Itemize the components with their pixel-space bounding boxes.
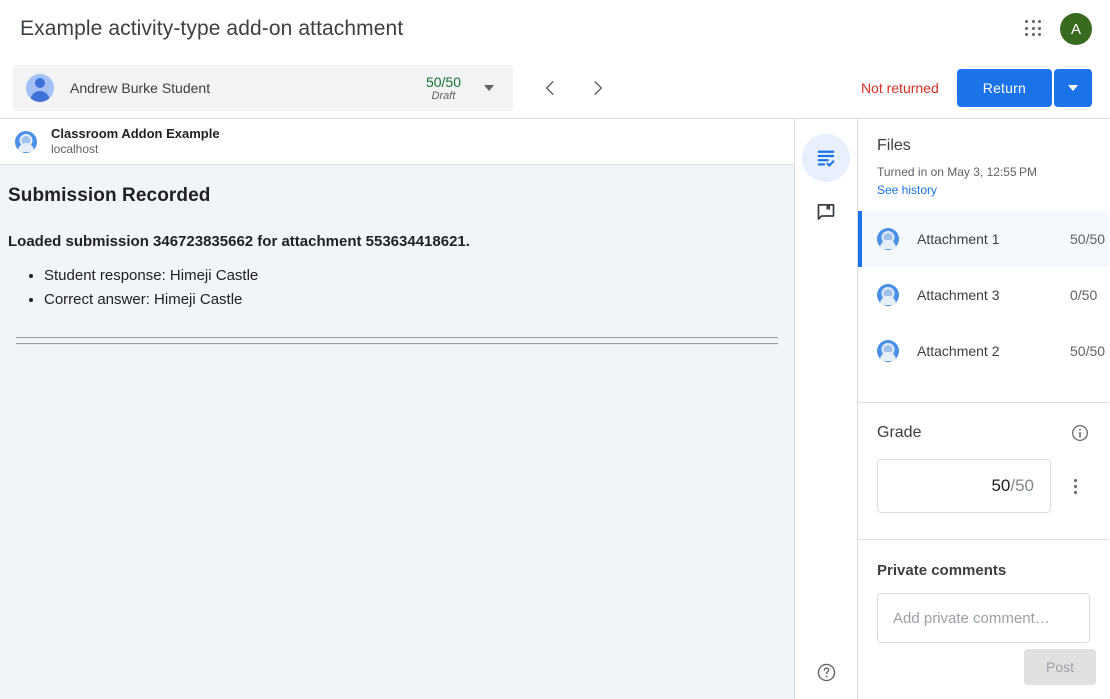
private-comment-placeholder: Add private comment…: [893, 610, 1050, 627]
private-comment-input[interactable]: Add private comment…: [877, 593, 1090, 643]
private-comments-section: Private comments Add private comment… Po…: [858, 540, 1109, 685]
grade-title: Grade: [877, 424, 921, 442]
return-split-button: Return: [957, 69, 1092, 107]
post-comment-button[interactable]: Post: [1024, 649, 1096, 685]
top-bar-actions: A: [1022, 13, 1110, 45]
addon-detail-list: Student response: Himeji Castle Correct …: [8, 264, 786, 313]
addon-identity: Classroom Addon Example localhost: [51, 126, 220, 157]
attachment-score: 50/50: [1070, 343, 1105, 359]
workspace: Classroom Addon Example localhost Submis…: [0, 118, 1110, 699]
attachment-score: 50/50: [1070, 231, 1105, 247]
list-item: Correct answer: Himeji Castle: [44, 288, 786, 312]
grading-sub-bar: Andrew Burke Student 50/50 Draft: [0, 58, 1110, 118]
help-button[interactable]: [806, 652, 846, 692]
attachment-row-3[interactable]: Attachment 2 50/50: [858, 323, 1109, 379]
private-comment-actions: Post: [858, 643, 1109, 685]
grading-assignment-icon: [815, 147, 837, 169]
grade-section: Grade 50 /50: [858, 403, 1109, 513]
attachment-row-2[interactable]: Attachment 3 0/50: [858, 267, 1109, 323]
grade-value: 50: [991, 476, 1010, 496]
grade-more-options-button[interactable]: [1055, 466, 1095, 506]
info-circle-icon: [1070, 423, 1090, 443]
student-navigation: [531, 69, 617, 107]
student-avatar-icon: [26, 74, 54, 102]
turned-in-timestamp: Turned in on May 3, 12:55 PM: [858, 155, 1109, 179]
grade-denominator: /50: [1010, 476, 1034, 496]
chevron-down-icon: [484, 85, 494, 91]
return-actions: Not returned Return: [861, 69, 1110, 107]
attachment-score: 0/50: [1070, 287, 1097, 303]
student-grade-status: Draft: [426, 90, 461, 103]
side-icon-rail: [795, 119, 858, 699]
grade-header: Grade: [858, 403, 1109, 443]
attachment-list: Attachment 1 50/50 Attachment 3 0/50 Att…: [858, 211, 1109, 379]
comment-bookmark-icon: [815, 201, 837, 223]
grade-input[interactable]: 50 /50: [877, 459, 1051, 513]
attachment-row-1[interactable]: Attachment 1 50/50: [858, 211, 1109, 267]
attachment-name: Attachment 2: [917, 343, 1000, 359]
next-student-button[interactable]: [579, 69, 617, 107]
list-item: Student response: Himeji Castle: [44, 264, 786, 288]
return-status-label: Not returned: [861, 80, 939, 96]
grading-tool-window: Example activity-type add-on attachment …: [0, 0, 1110, 699]
rail-item-comments[interactable]: [802, 188, 850, 236]
student-grade-summary: 50/50 Draft: [426, 74, 461, 103]
chevron-down-icon: [1068, 85, 1078, 91]
addon-app-icon: [877, 340, 899, 362]
addon-iframe-pane: Classroom Addon Example localhost Submis…: [0, 119, 795, 699]
rail-item-grading[interactable]: [802, 134, 850, 182]
addon-heading: Submission Recorded: [8, 185, 786, 207]
addon-app-icon: [877, 228, 899, 250]
account-avatar[interactable]: A: [1060, 13, 1092, 45]
files-title: Files: [858, 137, 1109, 155]
help-question-icon: [816, 662, 837, 683]
student-selector-dropdown[interactable]: [469, 68, 509, 108]
grading-sidebar: Files Turned in on May 3, 12:55 PM See h…: [858, 119, 1109, 699]
divider: [16, 337, 778, 339]
previous-student-button[interactable]: [531, 69, 569, 107]
attachment-name: Attachment 1: [917, 231, 1000, 247]
grade-input-row: 50 /50: [858, 443, 1109, 513]
page-title: Example activity-type add-on attachment: [20, 17, 403, 41]
student-grade-value: 50/50: [426, 74, 461, 90]
addon-app-icon: [15, 131, 37, 153]
grade-info-button[interactable]: [1070, 423, 1090, 443]
top-app-bar: Example activity-type add-on attachment …: [0, 0, 1110, 58]
addon-content: Submission Recorded Loaded submission 34…: [0, 185, 794, 345]
student-name: Andrew Burke Student: [70, 80, 210, 96]
divider: [16, 343, 778, 345]
addon-host: localhost: [51, 142, 220, 157]
attachment-name: Attachment 3: [917, 287, 1000, 303]
return-button[interactable]: Return: [957, 69, 1052, 107]
files-section: Files Turned in on May 3, 12:55 PM See h…: [858, 119, 1109, 379]
return-options-button[interactable]: [1054, 69, 1092, 107]
addon-subheading: Loaded submission 346723835662 for attac…: [8, 233, 786, 250]
addon-app-icon: [877, 284, 899, 306]
student-selector[interactable]: Andrew Burke Student 50/50 Draft: [13, 65, 513, 111]
addon-header: Classroom Addon Example localhost: [0, 119, 794, 165]
addon-name: Classroom Addon Example: [51, 126, 220, 142]
private-comments-title: Private comments: [858, 540, 1109, 579]
apps-grid-icon[interactable]: [1022, 17, 1046, 41]
see-history-link[interactable]: See history: [858, 179, 1109, 197]
